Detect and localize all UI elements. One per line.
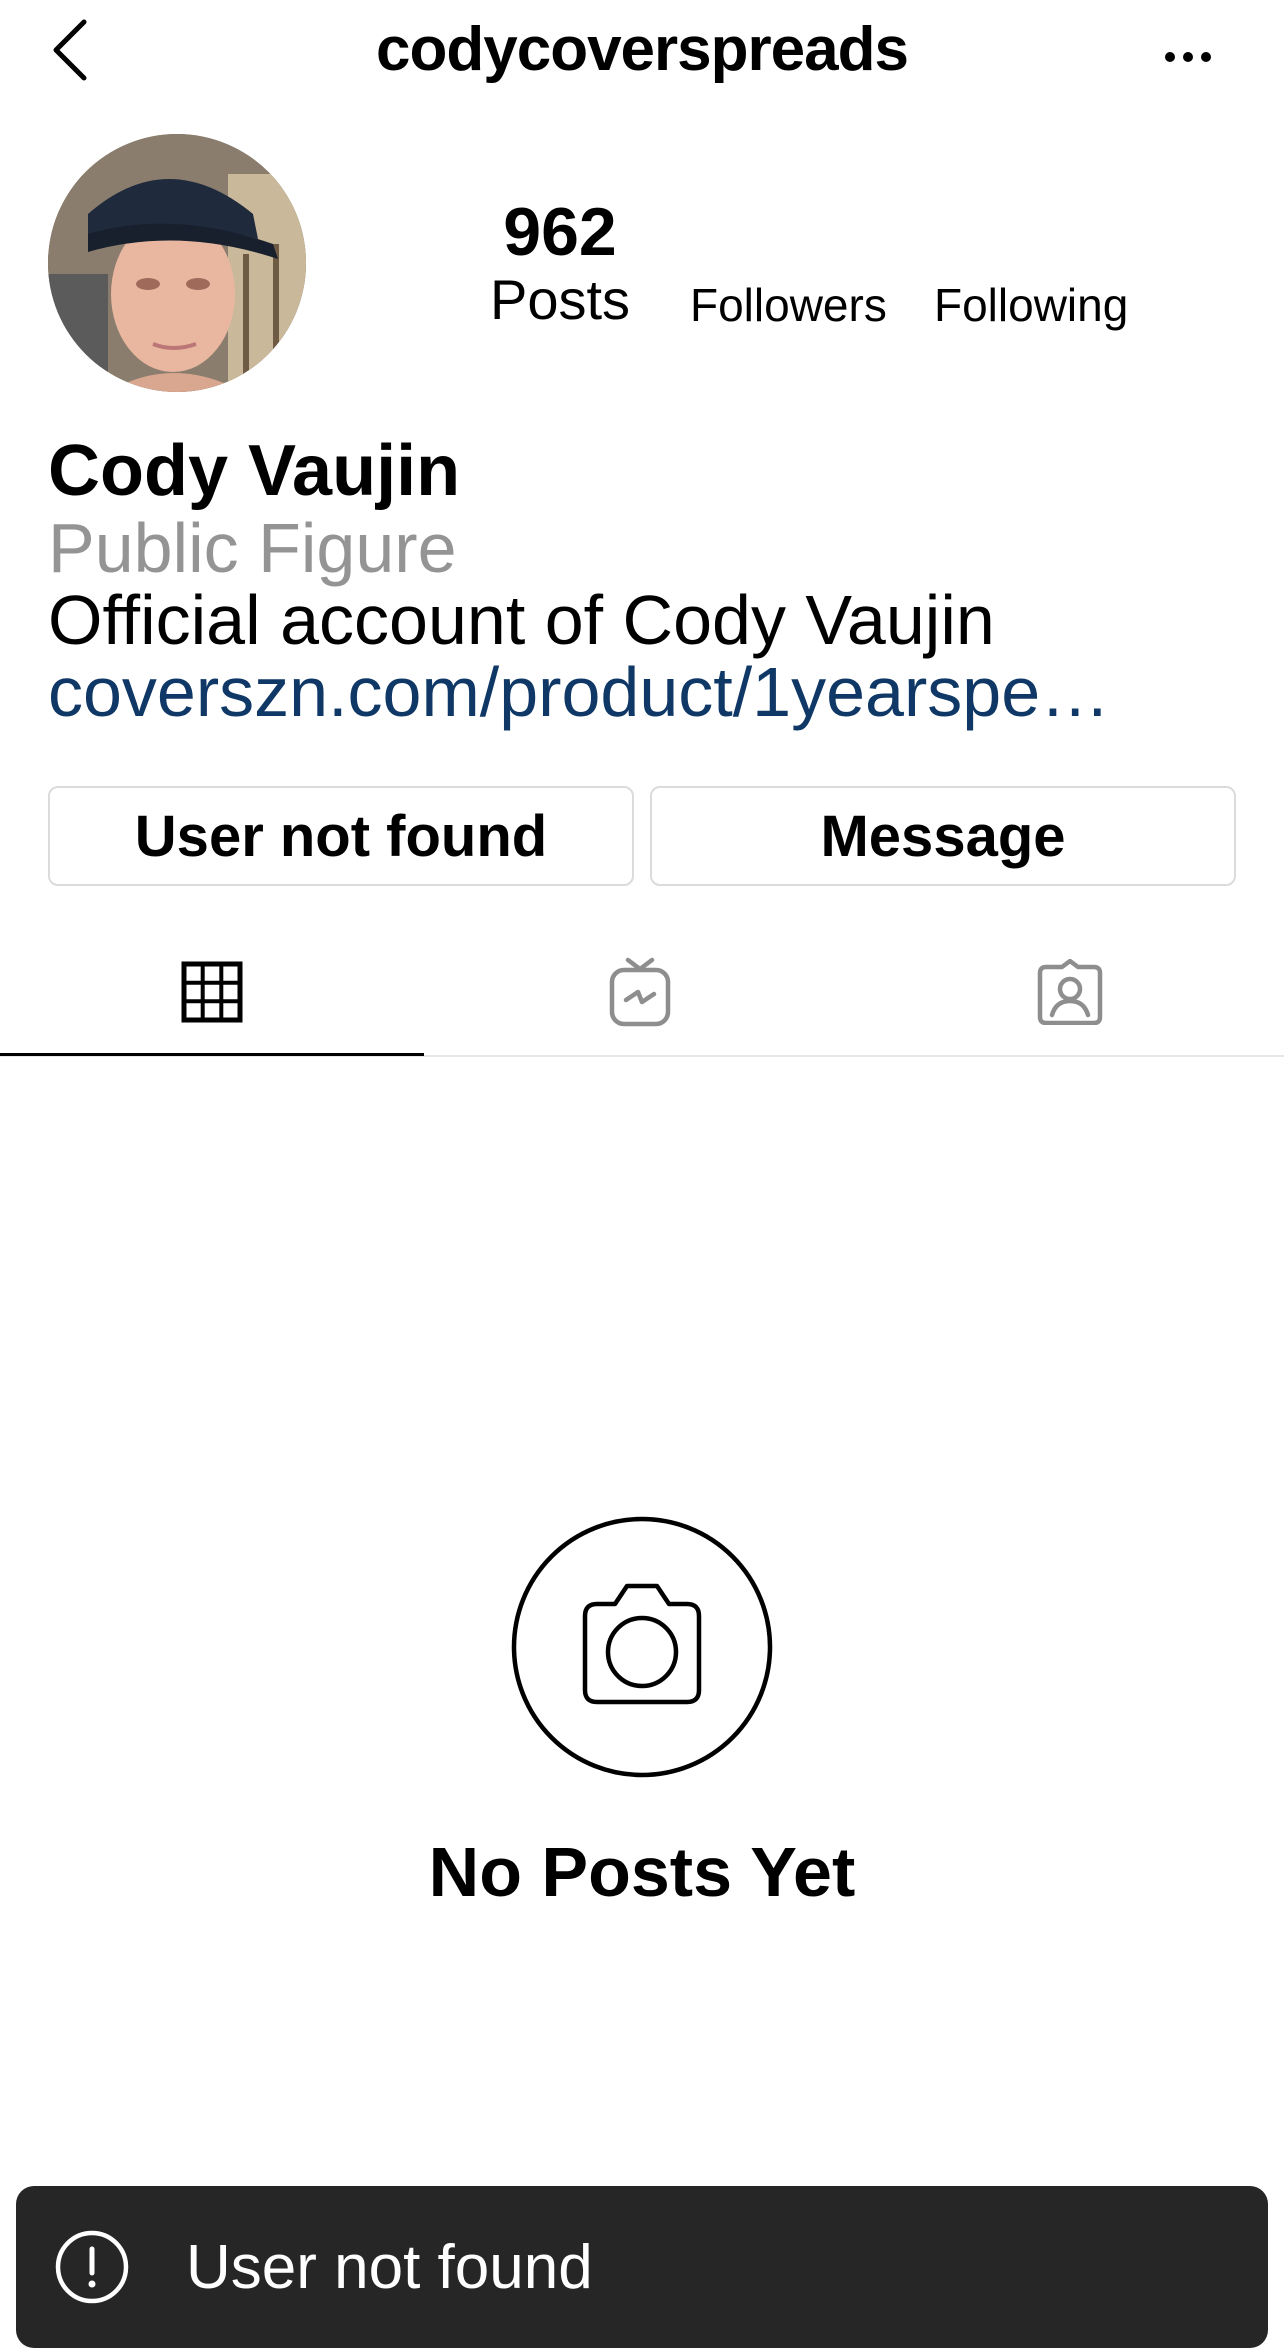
avatar[interactable]	[48, 134, 306, 392]
tagged-icon	[1037, 959, 1103, 1025]
tab-igtv[interactable]	[428, 930, 852, 1054]
message-button[interactable]: Message	[650, 786, 1236, 886]
profile-bio: Official account of Cody Vaujin	[48, 581, 995, 659]
grid-icon	[181, 961, 243, 1023]
user-not-found-button[interactable]: User not found	[48, 786, 634, 886]
camera-icon	[511, 1516, 773, 1778]
posts-stat: 962 Posts	[470, 196, 650, 332]
followers-stat[interactable]: Followers	[690, 278, 887, 332]
tab-tagged[interactable]	[856, 930, 1284, 1054]
profile-category: Public Figure	[48, 509, 457, 587]
posts-label: Posts	[489, 268, 631, 331]
tab-posts-grid[interactable]	[0, 930, 424, 1054]
alert-circle-icon	[55, 2230, 129, 2304]
profile-photo	[48, 134, 306, 392]
profile-name: Cody Vaujin	[48, 431, 461, 511]
more-options-button[interactable]	[1148, 22, 1228, 92]
toast-notification: User not found	[16, 2186, 1268, 2348]
posts-count: 962	[503, 194, 617, 270]
following-stat[interactable]: Following	[934, 278, 1128, 332]
empty-state-icon	[511, 1516, 773, 1778]
tab-active-indicator	[0, 1053, 424, 1056]
toast-message: User not found	[186, 2232, 593, 2302]
more-horizontal-icon	[1165, 52, 1211, 62]
profile-username: codycoverspreads	[376, 15, 909, 84]
profile-link[interactable]: coverszn.com/product/1yearspe…	[48, 652, 1248, 732]
igtv-icon	[609, 957, 671, 1027]
empty-state-text: No Posts Yet	[428, 1833, 856, 1911]
